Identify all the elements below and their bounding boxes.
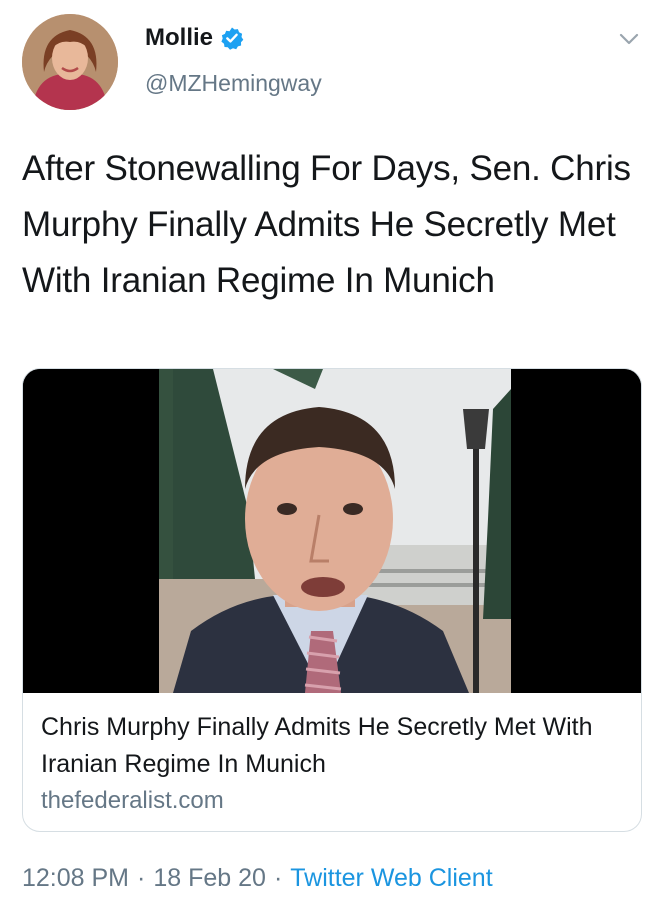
card-title: Chris Murphy Finally Admits He Secretly … [41,713,593,778]
meta-separator: · [137,864,146,892]
link-card[interactable]: Chris Murphy Finally Admits He Secretly … [22,368,642,832]
author-handle[interactable]: @MZHemingway [145,70,322,97]
display-name-text: Mollie [145,24,214,51]
tweet-text: After Stonewalling For Days, Sen. Chris … [22,149,631,300]
verified-badge-icon [220,26,244,50]
card-video-thumbnail[interactable] [23,369,641,693]
tweet-meta: 12:08 PM · 18 Feb 20 · Twitter Web Client [22,864,493,893]
tweet-source-link[interactable]: Twitter Web Client [290,864,492,892]
meta-separator: · [273,864,283,892]
author-avatar[interactable] [22,14,118,110]
card-text-area[interactable]: Chris Murphy Finally Admits He Secretly … [23,693,641,831]
card-domain: thefederalist.com [41,787,224,814]
display-name[interactable]: Mollie [145,24,244,52]
tweet-date[interactable]: 18 Feb 20 [153,864,266,892]
tweet-time[interactable]: 12:08 PM [22,864,129,892]
chevron-down-icon[interactable] [618,28,640,50]
avatar-image [22,14,118,110]
